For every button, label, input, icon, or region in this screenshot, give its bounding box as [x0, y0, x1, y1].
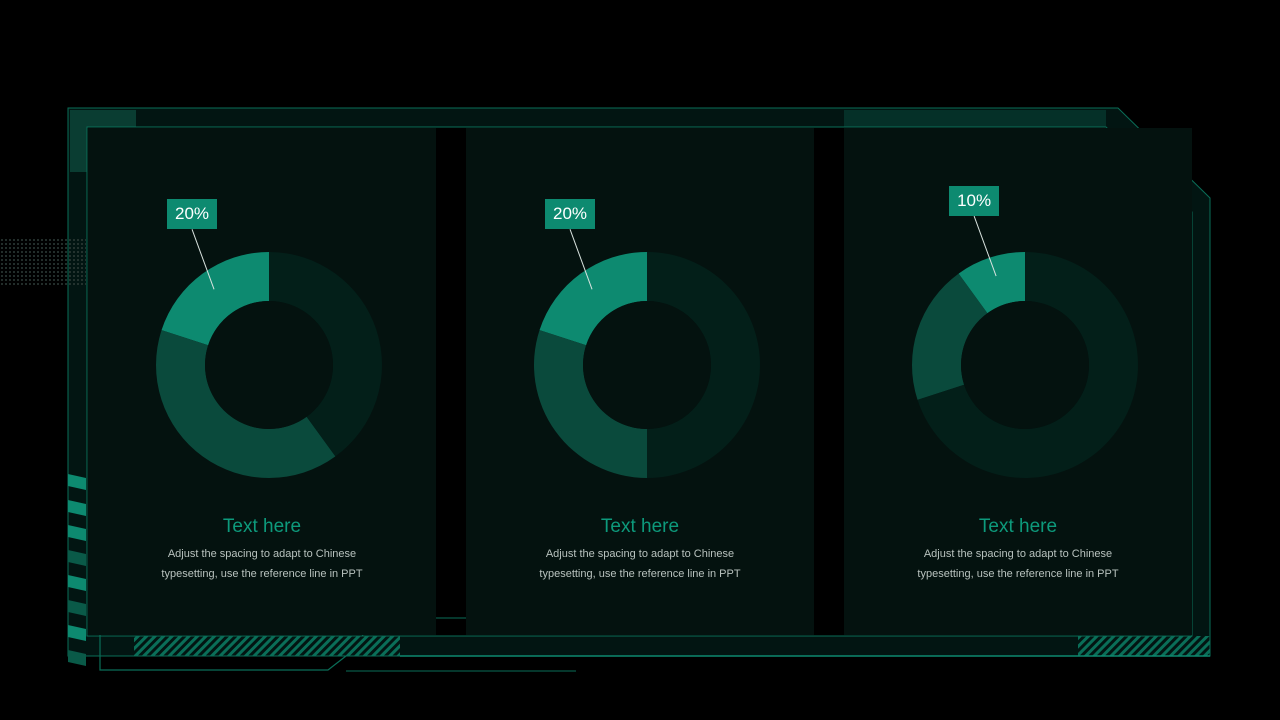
donut-3-percent-label: 10%	[949, 186, 1000, 217]
donut-2-percent-label: 20%	[545, 199, 596, 230]
chart-panel-1: 20% Text here Adjust the spacing to adap…	[88, 128, 436, 635]
panel-1-title: Text here	[222, 516, 302, 537]
panel-2-title: Text here	[600, 516, 680, 537]
panel-2-desc-line-2: typesetting, use the reference line in P…	[539, 568, 741, 580]
stripe-band-right	[1078, 636, 1210, 656]
stripe-band-left	[134, 636, 400, 656]
donut-1-center	[205, 301, 333, 429]
panel-1-desc-line-1: Adjust the spacing to adapt to Chinese	[167, 548, 357, 560]
panel-2-description: Adjust the spacing to adapt to Chinese t…	[466, 544, 814, 584]
frame-top-accent-right	[844, 110, 1106, 128]
panel-1-description: Adjust the spacing to adapt to Chinese t…	[88, 544, 436, 584]
chart-panel-2: 20% Text here Adjust the spacing to adap…	[466, 128, 814, 635]
panel-2-desc-line-1: Adjust the spacing to adapt to Chinese	[545, 548, 735, 560]
dot-pattern	[0, 238, 86, 286]
frame-left-accent	[70, 110, 88, 172]
chart-panel-3: 10% Text here Adjust the spacing to adap…	[844, 128, 1192, 635]
panel-3-desc-line-2: typesetting, use the reference line in P…	[917, 568, 1119, 580]
donut-2-center	[583, 301, 711, 429]
panel-3-title: Text here	[978, 516, 1058, 537]
donut-3-center	[961, 301, 1089, 429]
panel-1-desc-line-2: typesetting, use the reference line in P…	[161, 568, 363, 580]
donut-1-percent-label: 20%	[167, 199, 218, 230]
panel-3-description: Adjust the spacing to adapt to Chinese t…	[844, 544, 1192, 584]
panel-3-desc-line-1: Adjust the spacing to adapt to Chinese	[923, 548, 1113, 560]
